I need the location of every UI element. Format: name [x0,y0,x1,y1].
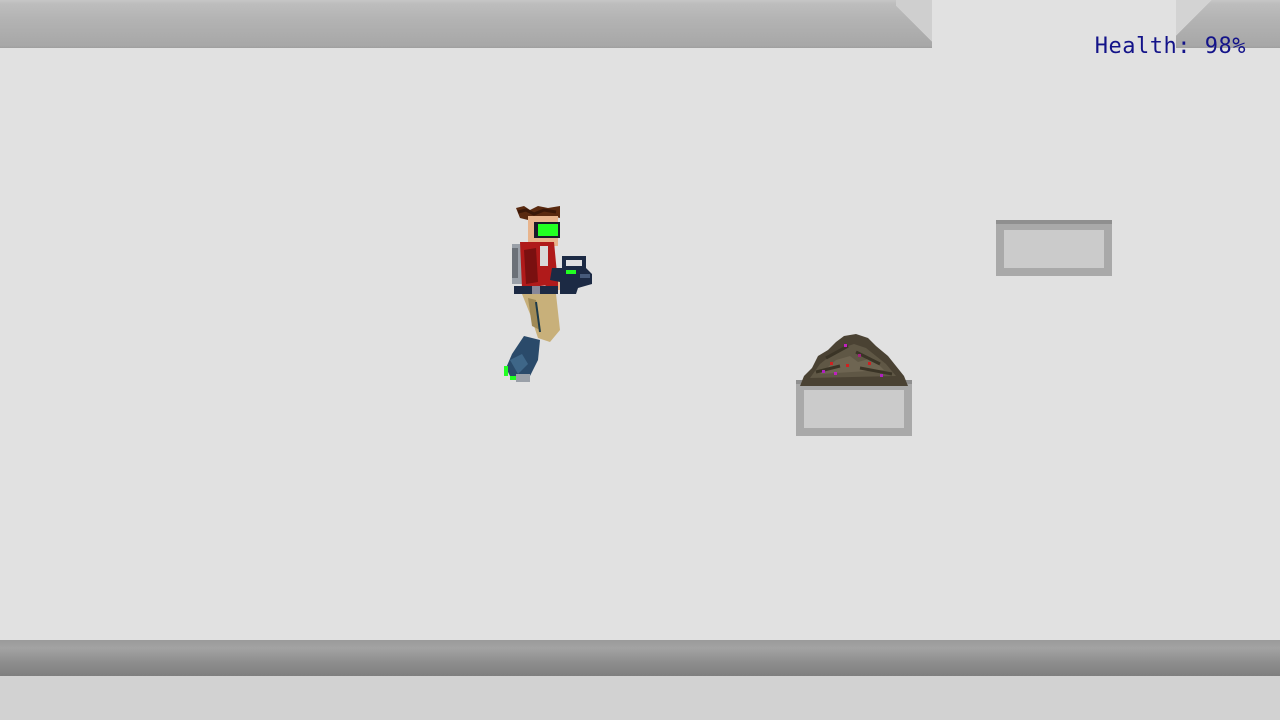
player-soldier-icon [504,206,592,382]
health-value: 98% [1204,34,1246,59]
health-readout: Health: 98% [1095,34,1246,59]
floor [0,640,1280,676]
floor-base [0,676,1280,720]
ceiling-bevel [1176,0,1212,36]
ceiling-left [0,0,932,48]
platform-face [804,390,904,428]
ceiling-bevel [896,0,932,48]
game-scene: Health: 98% [0,0,1280,720]
rubble-pile-icon [800,334,908,386]
health-label: Health: [1094,34,1191,59]
platform-lower [796,380,912,436]
platform-face [1004,230,1104,268]
platform-upper [996,220,1112,276]
